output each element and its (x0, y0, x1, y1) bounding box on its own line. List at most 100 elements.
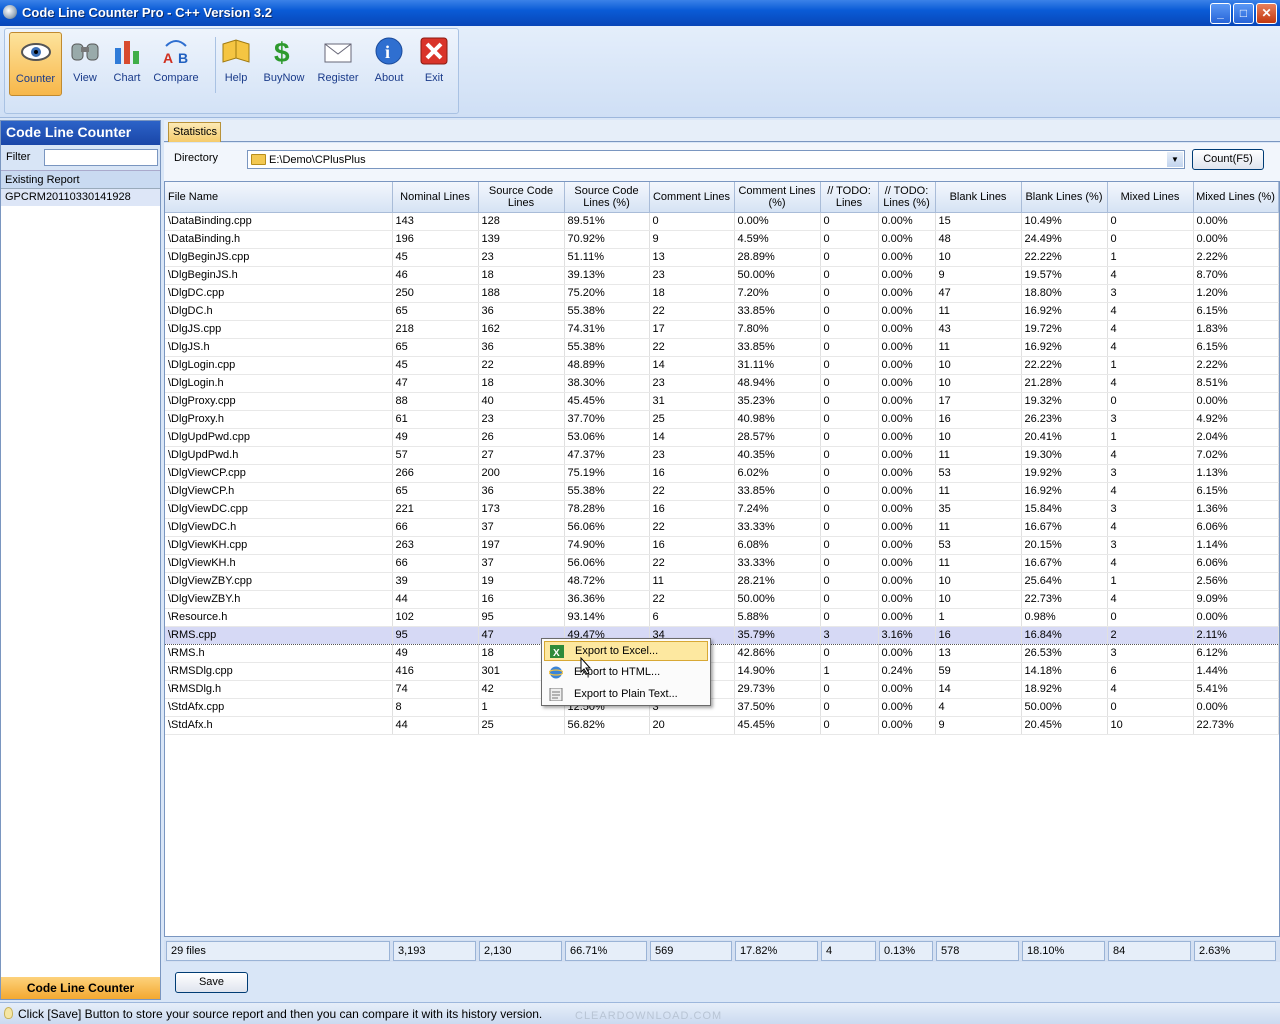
table-cell: 263 (392, 536, 479, 555)
table-row[interactable]: \DlgViewCP.cpp 266 200 75.19% 16 6.02% 0 0.00% 5… (165, 464, 1279, 483)
table-row[interactable]: \DlgUpdPwd.cpp 49 26 53.06% 14 28.57% 0 0.00% 10… (165, 428, 1279, 447)
table-cell: 0.00% (878, 464, 936, 483)
exit-button[interactable]: Exit (417, 32, 451, 96)
table-cell: 3 (1107, 464, 1194, 483)
column-header[interactable]: // TODO: Lines (820, 182, 879, 213)
buynow-button[interactable]: $ BuyNow (262, 32, 306, 96)
tab-strip: Statistics (164, 120, 1280, 142)
table-cell: 0.00% (1193, 392, 1279, 411)
column-header[interactable]: Comment Lines (%) (734, 182, 821, 213)
table-row[interactable]: \Resource.h 102 95 93.14% 6 5.88% 0 0.00% 1 0.98%… (165, 608, 1279, 627)
table-row[interactable]: \DlgViewZBY.cpp 39 19 48.72% 11 28.21% 0 0.00% 1… (165, 572, 1279, 591)
counter-button[interactable]: Counter (9, 32, 62, 96)
minimize-button[interactable]: _ (1210, 3, 1231, 24)
table-cell: 23 (649, 266, 735, 285)
chart-button[interactable]: Chart (107, 32, 147, 96)
table-row[interactable]: \DlgLogin.h 47 18 38.30% 23 48.94% 0 0.00% 10 21.… (165, 374, 1279, 393)
maximize-button[interactable]: □ (1233, 3, 1254, 24)
about-button[interactable]: i About (371, 32, 407, 96)
file-name-cell: \Resource.h (165, 608, 393, 627)
table-row[interactable]: \RMS.cpp 95 47 49.47% 34 35.79% 3 3.16% 16 16.84%… (165, 625, 1279, 645)
table-cell: 1.83% (1193, 320, 1279, 339)
column-header[interactable]: Mixed Lines (%) (1193, 182, 1279, 213)
column-header[interactable]: Mixed Lines (1107, 182, 1194, 213)
file-name-cell: \StdAfx.h (165, 716, 393, 735)
table-cell: 89.51% (564, 212, 650, 231)
filter-input[interactable] (44, 149, 158, 166)
table-row[interactable]: \DlgViewZBY.h 44 16 36.36% 22 50.00% 0 0.00% 10 2… (165, 590, 1279, 609)
table-cell: 16 (478, 590, 565, 609)
table-row[interactable]: \DlgBeginJS.h 46 18 39.13% 23 50.00% 0 0.00% 9 19… (165, 266, 1279, 285)
table-row[interactable]: \DlgLogin.cpp 45 22 48.89% 14 31.11% 0 0.00% 10 2… (165, 356, 1279, 375)
report-list-item[interactable]: GPCRM20110330141928 (1, 189, 160, 206)
table-cell: 51.11% (564, 248, 650, 267)
view-button[interactable]: View (65, 32, 105, 96)
table-cell: 14 (935, 680, 1022, 699)
close-button[interactable]: ✕ (1256, 3, 1277, 24)
table-cell: 56.06% (564, 554, 650, 573)
table-cell: 2.56% (1193, 572, 1279, 591)
table-cell: 0.00% (878, 374, 936, 393)
table-cell: 266 (392, 464, 479, 483)
table-row[interactable]: \DlgUpdPwd.h 57 27 47.37% 23 40.35% 0 0.00% 11 19… (165, 446, 1279, 465)
table-cell: 27 (478, 446, 565, 465)
table-cell: 0.00% (878, 482, 936, 501)
column-header[interactable]: Source Code Lines (%) (564, 182, 650, 213)
table-row[interactable]: \DlgDC.cpp 250 188 75.20% 18 7.20% 0 0.00% 47 18.… (165, 284, 1279, 303)
svg-text:X: X (553, 648, 560, 658)
column-header[interactable]: Blank Lines (935, 182, 1022, 213)
table-row[interactable]: \RMSDlg.h 74 42 29.73% 0 0.00% 14 18.92% 4 5.41% (165, 680, 1279, 699)
register-button[interactable]: Register (315, 32, 361, 96)
export-html-menu-item[interactable]: Export to HTML... (544, 663, 708, 683)
export-excel-menu-item[interactable]: X Export to Excel... (544, 641, 708, 661)
context-menu: X Export to Excel... Export to HTML... E… (541, 638, 711, 706)
table-row[interactable]: \DlgViewDC.h 66 37 56.06% 22 33.33% 0 0.00% 11 16… (165, 518, 1279, 537)
help-button[interactable]: Help (219, 32, 253, 96)
folder-icon (251, 154, 266, 165)
table-row[interactable]: \RMS.h 49 18 42.86% 0 0.00% 13 26.53% 3 6.12% (165, 644, 1279, 663)
table-cell: 0.00% (878, 356, 936, 375)
table-row[interactable]: \DlgJS.cpp 218 162 74.31% 17 7.80% 0 0.00% 43 19.… (165, 320, 1279, 339)
table-cell: 0.00% (878, 212, 936, 231)
table-row[interactable]: \DataBinding.h 196 139 70.92% 9 4.59% 0 0.00% 48… (165, 230, 1279, 249)
table-cell: 3 (1107, 536, 1194, 555)
table-row[interactable]: \RMSDlg.cpp 416 301 14.90% 1 0.24% 59 14.18% 6 1.… (165, 662, 1279, 681)
table-cell: 4 (1107, 446, 1194, 465)
tab-statistics[interactable]: Statistics (168, 122, 221, 142)
left-panel-footer[interactable]: Code Line Counter (1, 977, 160, 999)
save-button[interactable]: Save (175, 972, 248, 993)
table-row[interactable]: \DataBinding.cpp 143 128 89.51% 0 0.00% 0 0.00%… (165, 212, 1279, 231)
column-header[interactable]: Blank Lines (%) (1021, 182, 1108, 213)
count-button[interactable]: Count(F5) (1192, 149, 1264, 170)
compare-button[interactable]: AB Compare (151, 32, 201, 96)
chevron-down-icon[interactable]: ▼ (1167, 152, 1183, 167)
column-header[interactable]: File Name (165, 182, 393, 213)
table-cell: 42.86% (734, 644, 821, 663)
column-header[interactable]: // TODO: Lines (%) (878, 182, 936, 213)
table-row[interactable]: \DlgViewCP.h 65 36 55.38% 22 33.85% 0 0.00% 11 16… (165, 482, 1279, 501)
statistics-grid: File Name Nominal Lines Source Code Lines S… (164, 181, 1280, 937)
table-row[interactable]: \DlgProxy.h 61 23 37.70% 25 40.98% 0 0.00% 16 26.… (165, 410, 1279, 429)
export-text-menu-item[interactable]: Export to Plain Text... (544, 685, 708, 705)
table-row[interactable]: \DlgBeginJS.cpp 45 23 51.11% 13 28.89% 0 0.00% 1… (165, 248, 1279, 267)
table-row[interactable]: \StdAfx.cpp 8 1 12.50% 3 37.50% 0 0.00% 4 50.00% 0… (165, 698, 1279, 717)
directory-combobox[interactable]: E:\Demo\CPlusPlus ▼ (247, 150, 1185, 169)
table-cell: 75.19% (564, 464, 650, 483)
table-cell: 59 (935, 662, 1022, 681)
file-name-cell: \DlgViewKH.h (165, 554, 393, 573)
column-header[interactable]: Nominal Lines (392, 182, 479, 213)
table-row[interactable]: \DlgDC.h 65 36 55.38% 22 33.85% 0 0.00% 11 16.92%… (165, 302, 1279, 321)
file-name-cell: \DlgDC.h (165, 302, 393, 321)
column-header[interactable]: Comment Lines (649, 182, 735, 213)
file-name-cell: \RMS.h (165, 644, 393, 663)
total-cell: 2.63% (1194, 941, 1276, 961)
table-row[interactable]: \DlgViewKH.h 66 37 56.06% 22 33.33% 0 0.00% 11 16… (165, 554, 1279, 573)
table-cell: 33.85% (734, 302, 821, 321)
table-cell: 9 (935, 716, 1022, 735)
table-row[interactable]: \DlgJS.h 65 36 55.38% 22 33.85% 0 0.00% 11 16.92%… (165, 338, 1279, 357)
table-row[interactable]: \DlgProxy.cpp 88 40 45.45% 31 35.23% 0 0.00% 17 1… (165, 392, 1279, 411)
column-header[interactable]: Source Code Lines (478, 182, 565, 213)
table-row[interactable]: \DlgViewDC.cpp 221 173 78.28% 16 7.24% 0 0.00% 3… (165, 500, 1279, 519)
table-row[interactable]: \StdAfx.h 44 25 56.82% 20 45.45% 0 0.00% 9 20.45%… (165, 716, 1279, 735)
table-row[interactable]: \DlgViewKH.cpp 263 197 74.90% 16 6.08% 0 0.00% 5… (165, 536, 1279, 555)
